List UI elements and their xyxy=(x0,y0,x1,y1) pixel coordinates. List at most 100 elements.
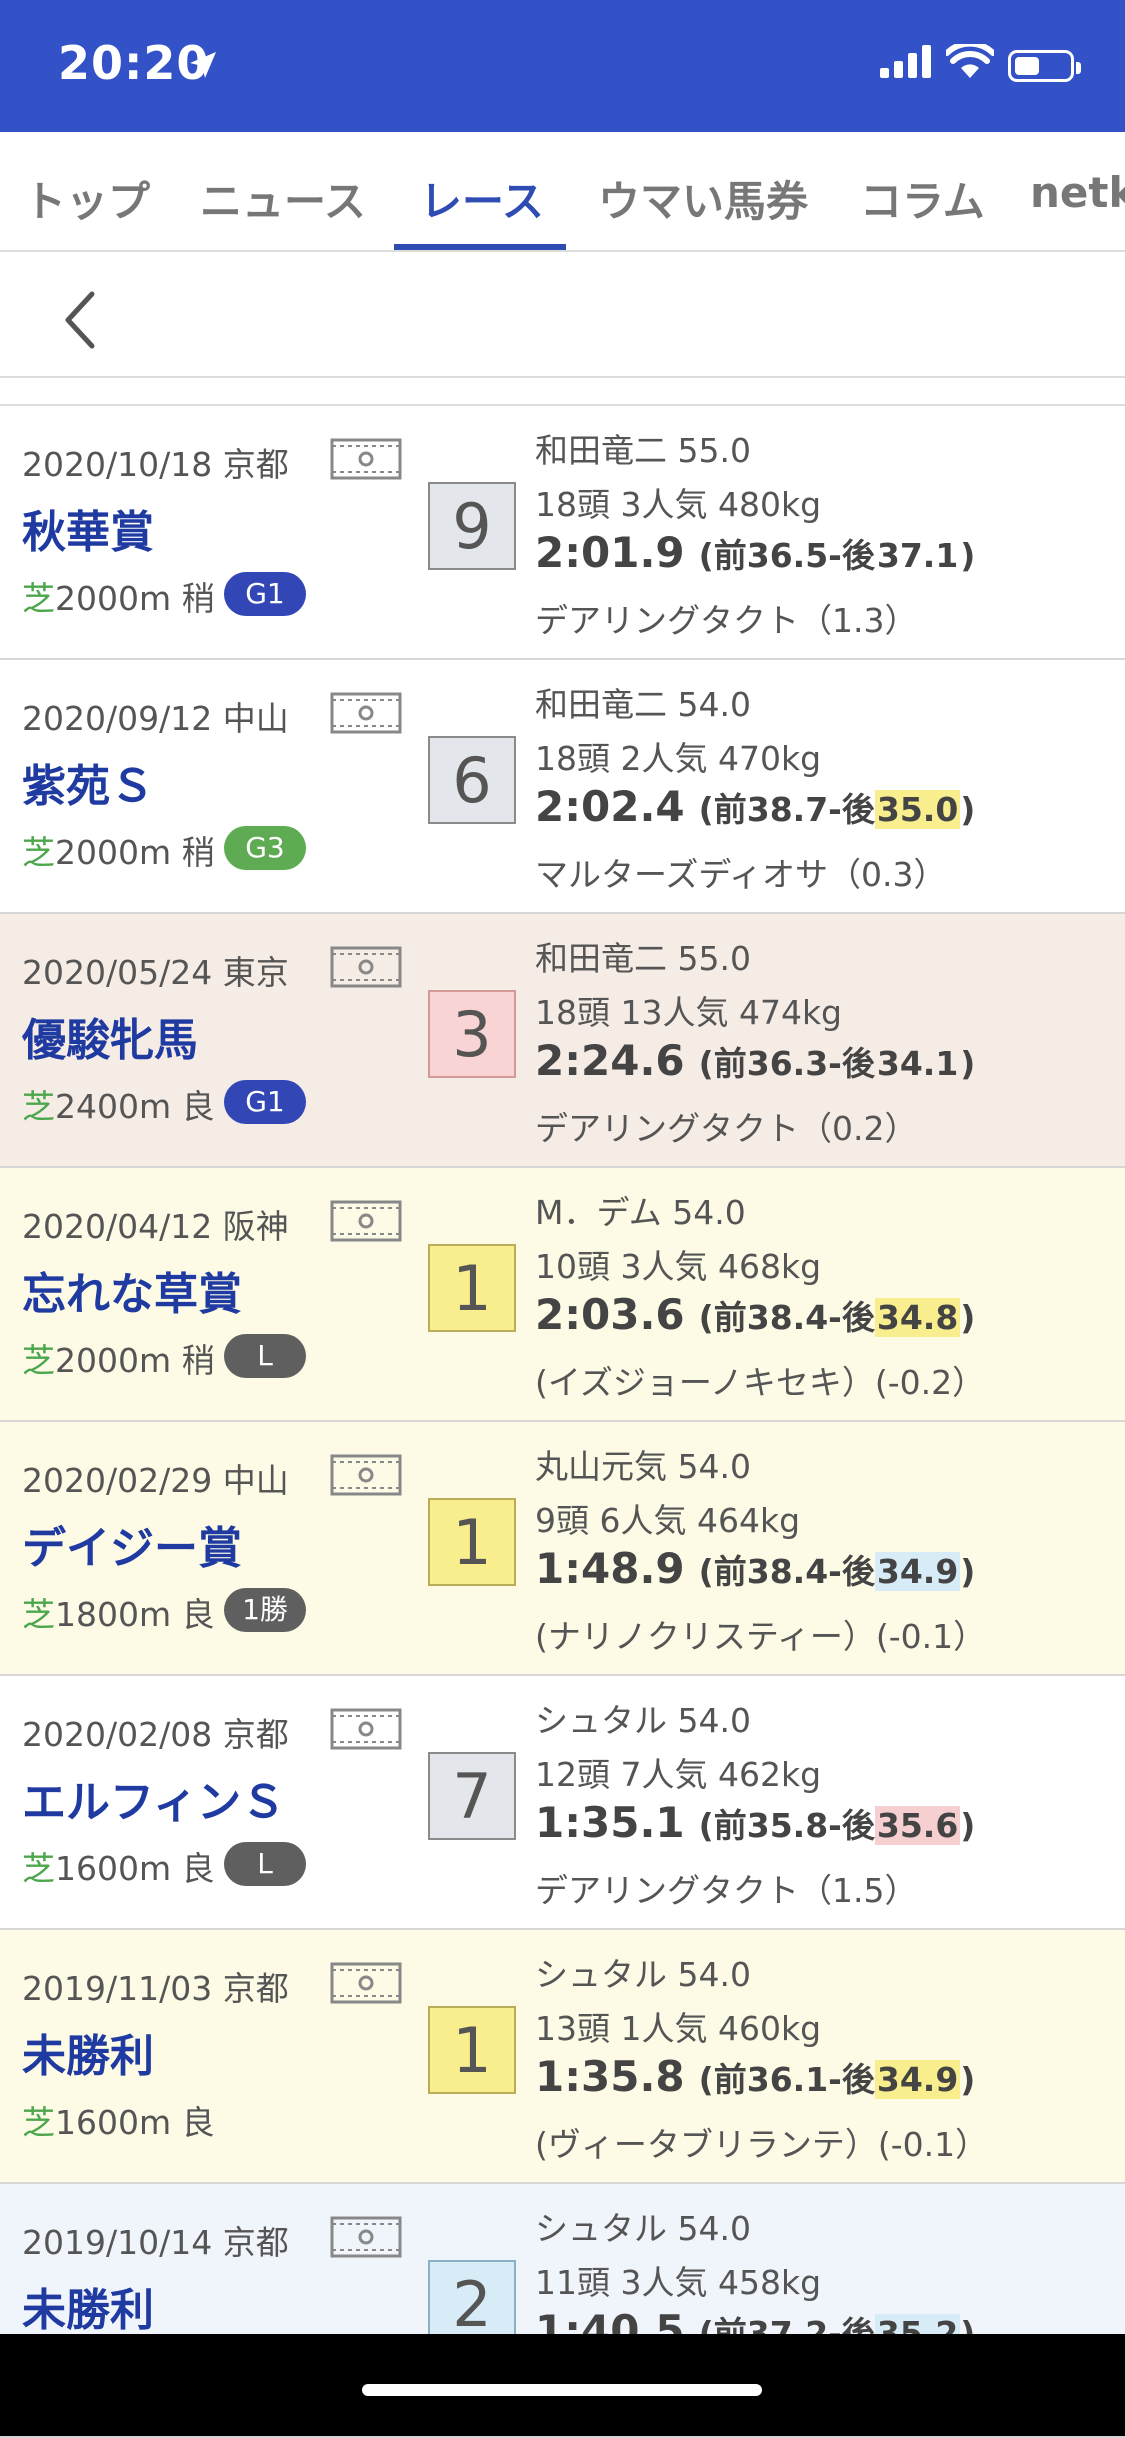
field-popularity-weight: 18頭 2人気 470kg xyxy=(535,739,822,778)
video-icon[interactable] xyxy=(330,438,402,480)
surface-turf: 芝 xyxy=(22,1849,55,1888)
video-icon[interactable] xyxy=(330,1962,402,2004)
finish-time: 2:24.6 xyxy=(535,1036,685,1085)
back-chevron-icon[interactable] xyxy=(60,290,100,350)
race-course: 芝2400m 良 xyxy=(22,1080,215,1128)
status-time: 20:20 xyxy=(58,36,210,90)
wifi-icon xyxy=(946,44,994,78)
pace-split: (前36.1-後34.9) xyxy=(698,2060,976,2099)
race-course: 芝2000m 稍 xyxy=(22,826,215,874)
race-date-venue: 2020/05/24 東京 xyxy=(22,953,289,992)
pace-split: (前38.4-後34.8) xyxy=(698,1298,976,1337)
finish-position: 3 xyxy=(428,990,516,1078)
video-icon[interactable] xyxy=(330,946,402,988)
last-3f: 34.1 xyxy=(876,1044,959,1083)
race-name[interactable]: 忘れな草賞 xyxy=(22,1258,242,1322)
race-course: 芝1600m 良 xyxy=(22,2096,215,2144)
jockey-weight: 和田竜二 54.0 xyxy=(535,685,751,724)
race-name[interactable]: 未勝利 xyxy=(22,2020,154,2084)
grade-badge: G3 xyxy=(224,826,306,870)
finish-position: 1 xyxy=(428,1498,516,1586)
race-course: 芝2000m 稍 xyxy=(22,1334,215,1382)
grade-badge: L xyxy=(224,1334,306,1378)
grade-badge: G1 xyxy=(224,1080,306,1124)
race-row[interactable]: 2020/10/18 京都 秋華賞 芝2000m 稍 G1 9 和田竜二 55.… xyxy=(0,406,1125,660)
race-name[interactable]: 未勝利 xyxy=(22,2274,154,2338)
race-course: 芝1600m 良 xyxy=(22,1842,215,1890)
field-popularity-weight: 10頭 3人気 468kg xyxy=(535,1247,822,1286)
video-icon[interactable] xyxy=(330,1454,402,1496)
race-date-venue: 2020/04/12 阪神 xyxy=(22,1207,289,1246)
jockey-weight: 和田竜二 55.0 xyxy=(535,939,751,978)
winner-margin: (ヴィータブリランテ）(-0.1） xyxy=(535,2125,989,2164)
race-date-venue: 2019/11/03 京都 xyxy=(22,1969,289,2008)
finish-time: 2:02.4 xyxy=(535,782,685,831)
race-row[interactable]: 2020/02/08 京都 エルフィンＳ 芝1600m 良 L 7 シュタル 5… xyxy=(0,1676,1125,1930)
active-tab-indicator xyxy=(394,244,566,250)
location-arrow-icon xyxy=(190,52,216,78)
race-time-line: 1:35.1 (前35.8-後35.6) xyxy=(535,1798,975,1847)
race-name[interactable]: 優駿牝馬 xyxy=(22,1004,198,1068)
surface-turf: 芝 xyxy=(22,1087,55,1126)
field-popularity-weight: 18頭 3人気 480kg xyxy=(535,485,822,524)
pace-split: (前36.3-後34.1) xyxy=(698,1044,976,1083)
race-row[interactable]: 2020/02/29 中山 デイジー賞 芝1800m 良 1勝 1 丸山元気 5… xyxy=(0,1422,1125,1676)
race-row[interactable]: 2019/11/03 京都 未勝利 芝1600m 良 1 シュタル 54.0 1… xyxy=(0,1930,1125,2184)
finish-position: 1 xyxy=(428,2006,516,2094)
race-row[interactable]: 2020/09/12 中山 紫苑Ｓ 芝2000m 稍 G3 6 和田竜二 54.… xyxy=(0,660,1125,914)
last-3f: 37.1 xyxy=(876,536,959,575)
race-name[interactable]: デイジー賞 xyxy=(22,1512,242,1576)
race-name[interactable]: 秋華賞 xyxy=(22,496,154,560)
last-3f: 34.9 xyxy=(874,1552,961,1591)
race-row[interactable]: 2020/04/12 阪神 忘れな草賞 芝2000m 稍 L 1 M．デム 54… xyxy=(0,1168,1125,1422)
finish-time: 1:48.9 xyxy=(535,1544,685,1593)
tab-news[interactable]: ニュース xyxy=(200,168,366,229)
finish-time: 2:03.6 xyxy=(535,1290,685,1339)
jockey-weight: 和田竜二 55.0 xyxy=(535,431,751,470)
winner-margin: デアリングタクト（0.2） xyxy=(535,1109,918,1148)
pace-split: (前35.8-後35.6) xyxy=(698,1806,976,1845)
last-3f: 34.9 xyxy=(874,2060,961,2099)
grade-badge: 1勝 xyxy=(224,1588,306,1632)
race-time-line: 2:03.6 (前38.4-後34.8) xyxy=(535,1290,975,1339)
race-date-venue: 2020/02/08 京都 xyxy=(22,1715,289,1754)
home-indicator-area xyxy=(0,2334,1125,2436)
field-popularity-weight: 9頭 6人気 464kg xyxy=(535,1501,801,1540)
distance-condition: 2000m 稍 xyxy=(55,1341,215,1380)
video-icon[interactable] xyxy=(330,692,402,734)
race-course: 芝1800m 良 xyxy=(22,1588,215,1636)
race-name[interactable]: エルフィンＳ xyxy=(22,1766,285,1830)
race-course: 芝2000m 稍 xyxy=(22,572,215,620)
grade-badge: L xyxy=(224,1842,306,1886)
distance-condition: 1600m 良 xyxy=(55,1849,215,1888)
tab-column[interactable]: コラム xyxy=(860,168,985,229)
tab-umai-baken[interactable]: ウマい馬券 xyxy=(598,168,808,229)
race-date-venue: 2019/10/14 京都 xyxy=(22,2223,289,2262)
field-popularity-weight: 12頭 7人気 462kg xyxy=(535,1755,822,1794)
distance-condition: 1800m 良 xyxy=(55,1595,215,1634)
winner-margin: (ナリノクリスティー）(-0.1） xyxy=(535,1617,987,1656)
distance-condition: 2400m 良 xyxy=(55,1087,215,1126)
finish-position: 7 xyxy=(428,1752,516,1840)
race-date-venue: 2020/09/12 中山 xyxy=(22,699,289,738)
tab-netkeiba[interactable]: netk xyxy=(1030,168,1125,217)
last-3f: 35.0 xyxy=(874,790,961,829)
status-bar: 20:20 xyxy=(0,0,1125,132)
tab-top[interactable]: トップ xyxy=(24,168,150,229)
race-time-line: 1:35.8 (前36.1-後34.9) xyxy=(535,2052,975,2101)
video-icon[interactable] xyxy=(330,2216,402,2258)
home-indicator[interactable] xyxy=(362,2384,762,2396)
winner-margin: デアリングタクト（1.5） xyxy=(535,1871,918,1910)
finish-position: 9 xyxy=(428,482,516,570)
tab-race[interactable]: レース xyxy=(420,168,544,229)
race-row[interactable]: 2020/05/24 東京 優駿牝馬 芝2400m 良 G1 3 和田竜二 55… xyxy=(0,914,1125,1168)
video-icon[interactable] xyxy=(330,1200,402,1242)
cellular-signal-icon xyxy=(880,45,931,78)
field-popularity-weight: 13頭 1人気 460kg xyxy=(535,2009,822,2048)
jockey-weight: シュタル 54.0 xyxy=(535,2209,751,2248)
jockey-weight: シュタル 54.0 xyxy=(535,1955,751,1994)
winner-margin: マルターズディオサ（0.3） xyxy=(535,855,947,894)
race-name[interactable]: 紫苑Ｓ xyxy=(22,750,154,814)
distance-condition: 2000m 稍 xyxy=(55,579,215,618)
video-icon[interactable] xyxy=(330,1708,402,1750)
